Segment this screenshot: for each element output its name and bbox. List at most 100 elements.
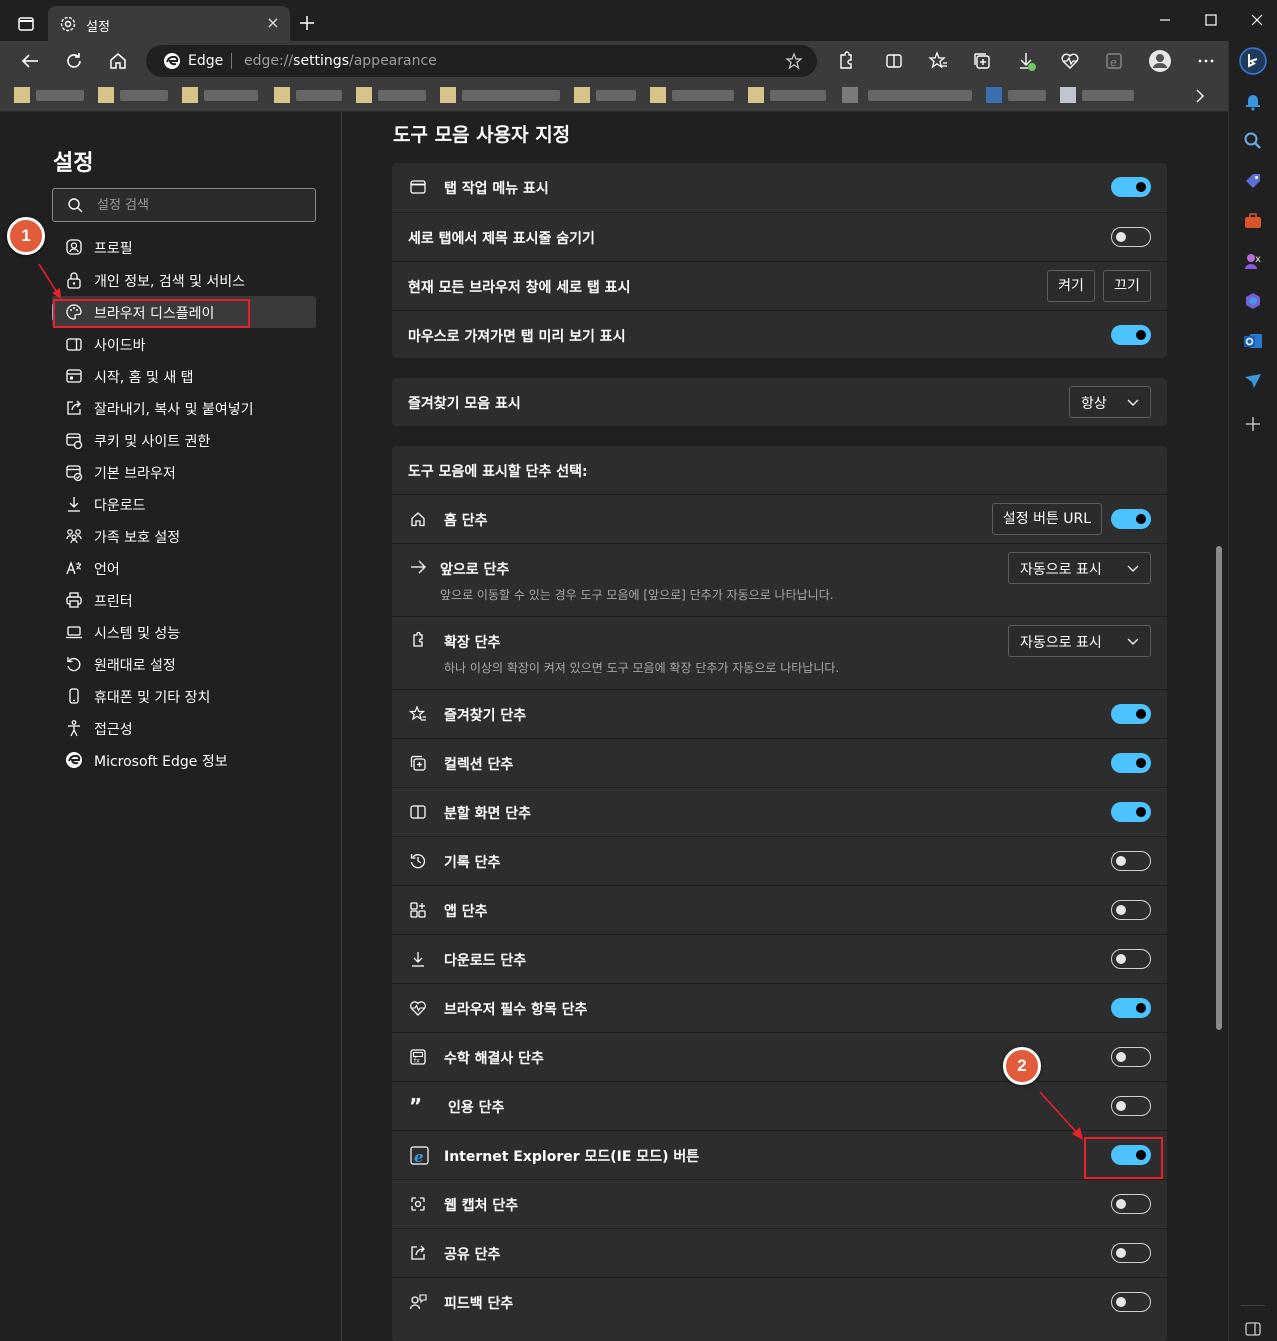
highlight-box-appearance	[53, 299, 250, 328]
shopping-tag-icon[interactable]	[1243, 171, 1263, 191]
chevron-right-icon[interactable]	[1190, 87, 1208, 105]
search-icon[interactable]	[1243, 131, 1263, 151]
nav-item-family[interactable]: 가족 보호 설정	[52, 520, 316, 552]
edge-sidebar: x	[1228, 41, 1277, 1341]
favorite-item[interactable]	[748, 87, 828, 103]
nav-item-accessibility[interactable]: 접근성	[52, 712, 316, 744]
refresh-icon[interactable]	[62, 49, 86, 73]
browser-essentials-icon[interactable]	[1058, 49, 1082, 73]
favorite-item[interactable]	[650, 87, 736, 103]
toggle-collections-button[interactable]	[1111, 753, 1151, 773]
favorite-item[interactable]	[14, 87, 86, 103]
toggle-apps-button[interactable]	[1111, 900, 1151, 920]
nav-item-printers[interactable]: 프린터	[52, 584, 316, 616]
nav-item-reset[interactable]: 원래대로 설정	[52, 648, 316, 680]
close-window-button[interactable]	[1247, 10, 1267, 30]
tab-actions-icon	[409, 178, 427, 196]
split-screen-icon[interactable]	[882, 49, 906, 73]
settings-title: 설정	[53, 151, 94, 176]
notifications-bell-icon[interactable]	[1243, 91, 1263, 111]
favorite-item[interactable]	[356, 87, 428, 103]
favorite-item[interactable]	[182, 87, 260, 103]
minimize-button[interactable]	[1155, 10, 1175, 30]
back-arrow-icon[interactable]	[18, 49, 42, 73]
setting-row-tab-preview: 마우스로 가져가면 탭 미리 보기 표시	[392, 310, 1167, 358]
toggle-citation-button[interactable]	[1111, 1096, 1151, 1116]
drop-send-icon[interactable]	[1243, 371, 1263, 391]
favorites-icon[interactable]	[926, 49, 950, 73]
toggle-tab-preview[interactable]	[1111, 325, 1151, 345]
nav-item-copy-paste[interactable]: 잘라내기, 복사 및 붙여넣기	[52, 392, 316, 424]
games-icon[interactable]: x	[1243, 251, 1263, 271]
favorite-item[interactable]	[842, 87, 974, 103]
downloads-icon[interactable]	[1014, 49, 1038, 73]
settings-search[interactable]	[52, 188, 316, 222]
ie-mode-icon: e	[409, 1145, 431, 1167]
favorite-item[interactable]	[274, 87, 344, 103]
favorite-item[interactable]	[986, 87, 1048, 103]
toggle-tab-actions[interactable]	[1111, 177, 1151, 197]
tools-briefcase-icon[interactable]	[1243, 211, 1263, 231]
home-icon[interactable]	[106, 49, 130, 73]
toggle-history-button[interactable]	[1111, 851, 1151, 871]
language-icon	[65, 559, 83, 577]
settings-search-input[interactable]	[97, 195, 297, 215]
maximize-button[interactable]	[1201, 10, 1221, 30]
more-options-icon[interactable]	[1194, 49, 1218, 73]
tab-actions-menu-button[interactable]	[8, 11, 44, 39]
ie-mode-icon[interactable]: e	[1102, 49, 1126, 73]
nav-item-profile[interactable]: 프로필	[52, 231, 316, 263]
setting-row-web-capture-button: 웹 캡처 단추	[392, 1179, 1167, 1228]
favorite-item[interactable]	[98, 87, 170, 103]
extensions-icon[interactable]	[833, 49, 857, 73]
profile-avatar[interactable]	[1148, 49, 1172, 73]
nav-item-phone[interactable]: 휴대폰 및 기타 장치	[52, 680, 316, 712]
toggle-hide-titlebar[interactable]	[1111, 227, 1151, 247]
toggle-split-screen-button[interactable]	[1111, 802, 1151, 822]
toggle-web-capture-button[interactable]	[1111, 1194, 1151, 1214]
forward-button-dropdown[interactable]: 자동으로 표시	[1008, 552, 1151, 584]
nav-item-default-browser[interactable]: 기본 브라우저	[52, 456, 316, 488]
collections-icon[interactable]	[970, 49, 994, 73]
toggle-share-button[interactable]	[1111, 1243, 1151, 1263]
toggle-math-solver-button[interactable]	[1111, 1047, 1151, 1067]
toggle-downloads-button[interactable]	[1111, 949, 1151, 969]
feedback-icon	[409, 1293, 427, 1311]
vertical-tabs-on-button[interactable]: 켜기	[1047, 270, 1095, 302]
new-tab-button[interactable]	[296, 12, 318, 34]
tab-close-button[interactable]: ×	[264, 14, 282, 32]
hide-sidebar-icon[interactable]	[1243, 1319, 1263, 1339]
toggle-feedback-button[interactable]	[1111, 1292, 1151, 1312]
toggle-home-button[interactable]	[1111, 509, 1151, 529]
edge-logo-icon	[65, 751, 83, 769]
favorite-item[interactable]	[574, 87, 638, 103]
favorite-item[interactable]	[440, 87, 562, 103]
favorites-bar-dropdown[interactable]: 항상	[1069, 386, 1151, 418]
nav-item-cookies[interactable]: 쿠키 및 사이트 권한	[52, 424, 316, 456]
favorite-item[interactable]	[1060, 87, 1136, 103]
toggle-essentials-button[interactable]	[1111, 998, 1151, 1018]
content-scrollbar[interactable]	[1216, 546, 1222, 1030]
add-favorite-star-icon[interactable]	[785, 52, 803, 70]
toggle-favorites-button[interactable]	[1111, 704, 1151, 724]
favorites-bar	[0, 81, 1228, 112]
nav-item-sidebar[interactable]: 사이드바	[52, 328, 316, 360]
microsoft-365-icon[interactable]	[1243, 291, 1263, 311]
address-url[interactable]: edge://settings/appearance	[244, 53, 437, 69]
bing-copilot-icon[interactable]	[1239, 47, 1267, 75]
nav-item-system[interactable]: 시스템 및 성능	[52, 616, 316, 648]
tab-settings[interactable]: 설정 ×	[48, 6, 290, 41]
nav-item-languages[interactable]: 언어	[52, 552, 316, 584]
vertical-tabs-off-button[interactable]: 끄기	[1103, 270, 1151, 302]
nav-item-downloads[interactable]: 다운로드	[52, 488, 316, 520]
outlook-icon[interactable]	[1243, 331, 1263, 351]
nav-item-start-home[interactable]: 시작, 홈 및 새 탭	[52, 360, 316, 392]
nav-item-privacy[interactable]: 개인 정보, 검색 및 서비스	[52, 264, 316, 296]
setting-row-hide-titlebar: 세로 탭에서 제목 표시줄 숨기기	[392, 212, 1167, 261]
nav-item-about-edge[interactable]: Microsoft Edge 정보	[52, 744, 316, 776]
address-bar[interactable]: Edge edge://settings/appearance	[146, 45, 817, 77]
extensions-button-dropdown[interactable]: 자동으로 표시	[1008, 625, 1151, 657]
math-solver-icon: fx	[409, 1048, 427, 1066]
set-home-url-button[interactable]: 설정 버튼 URL	[992, 503, 1102, 535]
add-sidebar-app-icon[interactable]	[1243, 414, 1263, 434]
